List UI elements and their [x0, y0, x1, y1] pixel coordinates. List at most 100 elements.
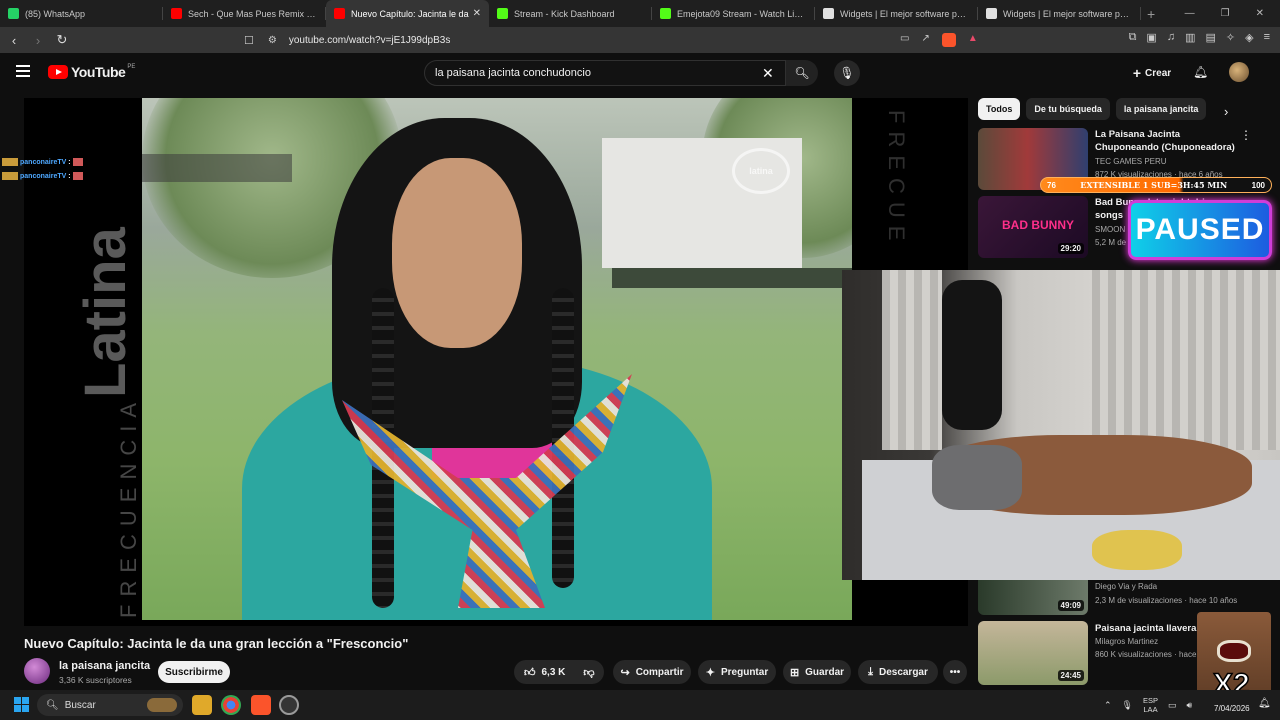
minimize-icon[interactable]: —	[1185, 8, 1195, 19]
more-actions-button[interactable]: •••	[943, 660, 967, 684]
chrome-icon[interactable]	[221, 695, 241, 715]
recommendation-chips: Todos De tu búsqueda la paisana jancita	[978, 98, 1207, 120]
reload-icon[interactable]: ↻	[52, 32, 72, 48]
brave-icon[interactable]	[251, 695, 271, 715]
rec-channel[interactable]: TEC GAMES PERU	[1095, 157, 1167, 166]
chat-sep: :	[68, 158, 71, 166]
volume-icon[interactable]: 🔊︎	[1187, 700, 1193, 711]
sub-goal-target: 100	[1251, 180, 1265, 190]
chat-emote-icon	[72, 172, 83, 180]
channel-name[interactable]: la paisana jancita	[59, 660, 150, 672]
language-indicator[interactable]: ESP LAA	[1143, 696, 1158, 714]
browser-tab[interactable]: Sech - Que Mas Pues Remix ft. Maluma	[163, 0, 326, 27]
mic-tray-icon[interactable]: 🎙︎	[1122, 700, 1133, 711]
curtain	[1092, 270, 1280, 450]
download-button[interactable]: ⤓ Descargar	[858, 660, 938, 684]
tray-overflow-icon[interactable]: ⌃	[1104, 700, 1112, 711]
account-avatar[interactable]	[1229, 62, 1249, 82]
voice-search-button[interactable]: 🎙︎	[834, 60, 860, 86]
maximize-icon[interactable]: ❐	[1221, 8, 1230, 19]
hamburger-menu-icon[interactable]	[16, 65, 30, 77]
browser-tab[interactable]: Widgets | El mejor software para potenci…	[978, 0, 1141, 27]
chat-sep: :	[68, 172, 71, 180]
close-window-icon[interactable]: ✕	[1256, 8, 1264, 19]
subscribe-button[interactable]: Suscribirme	[158, 661, 230, 683]
youtube-logo[interactable]: YouTube PE	[48, 64, 135, 80]
music-icon[interactable]: ♫	[1167, 31, 1175, 44]
stream-chat-overlay: panconaireTV : panconaireTV :	[2, 155, 83, 183]
site-info-icon[interactable]: ⚙	[268, 35, 277, 46]
leo-ai-icon[interactable]: ✧	[1226, 31, 1235, 44]
chip-la-paisana-jancita[interactable]: la paisana jancita	[1115, 98, 1207, 120]
browser-tab[interactable]: Widgets | El mejor software para potenci…	[815, 0, 978, 27]
dislike-icon[interactable]: 👎︎	[583, 666, 594, 679]
chat-message: panconaireTV :	[2, 155, 83, 169]
search-icon: 🔍︎	[794, 66, 810, 80]
browser-tab[interactable]: (85) WhatsApp	[0, 0, 163, 27]
clear-search-icon[interactable]: ✕	[762, 65, 774, 82]
like-count[interactable]: 6,3 K	[542, 667, 566, 678]
rec-title[interactable]: La Paisana Jacinta Chuponeando (Chuponea…	[1095, 128, 1235, 154]
chips-next-icon[interactable]: ›	[1224, 104, 1228, 119]
back-icon[interactable]: ‹	[4, 33, 24, 48]
bench	[612, 268, 852, 288]
bookmark-icon[interactable]: ☐	[244, 34, 254, 47]
tab-title: (85) WhatsApp	[25, 8, 86, 19]
file-explorer-icon[interactable]	[192, 695, 212, 715]
obs-icon[interactable]	[279, 695, 299, 715]
wallet-icon[interactable]: ▤	[1205, 31, 1215, 44]
browser-tab[interactable]: Emejota09 Stream - Watch Live on Kick	[652, 0, 815, 27]
date-display[interactable]: 7/04/2026	[1214, 704, 1250, 714]
browser-tab[interactable]: Nuevo Capítulo: Jacinta le da ✕	[326, 0, 489, 27]
channel-subscribers: 3,36 K suscriptores	[59, 675, 132, 685]
share-button[interactable]: ↪ Compartir	[613, 660, 691, 684]
sidebar-icon[interactable]: ▥	[1185, 31, 1195, 44]
search-button[interactable]: 🔍︎	[786, 60, 818, 86]
save-button[interactable]: ⊞ Guardar	[783, 660, 851, 684]
forward-icon[interactable]: ›	[28, 33, 48, 48]
taskbar-search[interactable]: 🔍︎ Buscar	[37, 694, 183, 716]
menu-icon[interactable]: ≡	[1264, 31, 1270, 44]
chat-user: panconaireTV	[20, 172, 67, 180]
rec-menu-icon[interactable]: ⋮	[1240, 128, 1252, 142]
recommendation-item[interactable]: 49:09 Diego Via y Rada 2,3 M de visualiz…	[978, 575, 1274, 615]
video-left-band: Latina FRECUENCIA	[54, 118, 141, 618]
rec-channel[interactable]: Milagros Martinez	[1095, 637, 1158, 646]
notifications-bell-icon[interactable]: 🔔︎	[1193, 65, 1208, 79]
share-page-icon[interactable]: ↗	[921, 33, 929, 47]
windows-start-icon[interactable]	[14, 697, 29, 712]
screenshot-icon[interactable]: ▣	[1146, 31, 1156, 44]
rec-thumbnail[interactable]: BAD BUNNY 29:20	[978, 196, 1088, 258]
network-icon[interactable]: ▭	[1168, 700, 1177, 711]
chip-de-tu-busqueda[interactable]: De tu búsqueda	[1026, 98, 1110, 120]
rec-channel[interactable]: SMOON	[1095, 225, 1125, 234]
notification-icon[interactable]: 🔔︎	[1258, 698, 1271, 709]
vpn-icon[interactable]: ◈	[1245, 31, 1253, 44]
rec-thumbnail[interactable]: 49:09	[978, 575, 1088, 615]
extensions-icon[interactable]: ⧉	[1129, 31, 1137, 44]
browser-tab[interactable]: Stream - Kick Dashboard	[489, 0, 652, 27]
sub-goal-current: 76	[1047, 180, 1056, 190]
chip-todos[interactable]: Todos	[978, 98, 1021, 120]
cast-icon[interactable]: ▭	[900, 33, 909, 47]
brave-shield-icon[interactable]	[941, 33, 956, 47]
chat-badge-icon	[2, 158, 18, 166]
brave-rewards-icon[interactable]: ▲	[968, 33, 978, 47]
close-tab-icon[interactable]: ✕	[473, 8, 481, 19]
windows-taskbar: 🔍︎ Buscar ⌃ 🎙︎ ESP LAA ▭ 🔊︎ 7/04/2026 🔔︎	[0, 690, 1280, 720]
like-icon[interactable]: 👍︎	[524, 666, 536, 679]
chat-message: panconaireTV :	[2, 169, 83, 183]
tab-favicon-icon	[334, 8, 345, 19]
create-button[interactable]: + Crear	[1124, 61, 1180, 85]
url-field[interactable]: ☐ ⚙ youtube.com/watch?v=jE1J99dpB3s	[244, 30, 988, 50]
download-icon: ⤓	[868, 665, 873, 678]
rec-channel[interactable]: Diego Via y Rada	[1095, 582, 1157, 591]
search-input[interactable]: la paisana jacinta conchudoncio	[424, 60, 786, 86]
tab-favicon-icon	[8, 8, 19, 19]
ask-label: Preguntar	[720, 666, 769, 678]
channel-avatar[interactable]	[24, 658, 50, 684]
new-tab-button[interactable]: +	[1147, 6, 1155, 22]
browser-toolbar-right: ⧉ ▣ ♫ ▥ ▤ ✧ ◈ ≡	[1129, 31, 1270, 44]
rec-thumbnail[interactable]: 24:45	[978, 621, 1088, 685]
ask-button[interactable]: ✦ Preguntar	[698, 660, 776, 684]
